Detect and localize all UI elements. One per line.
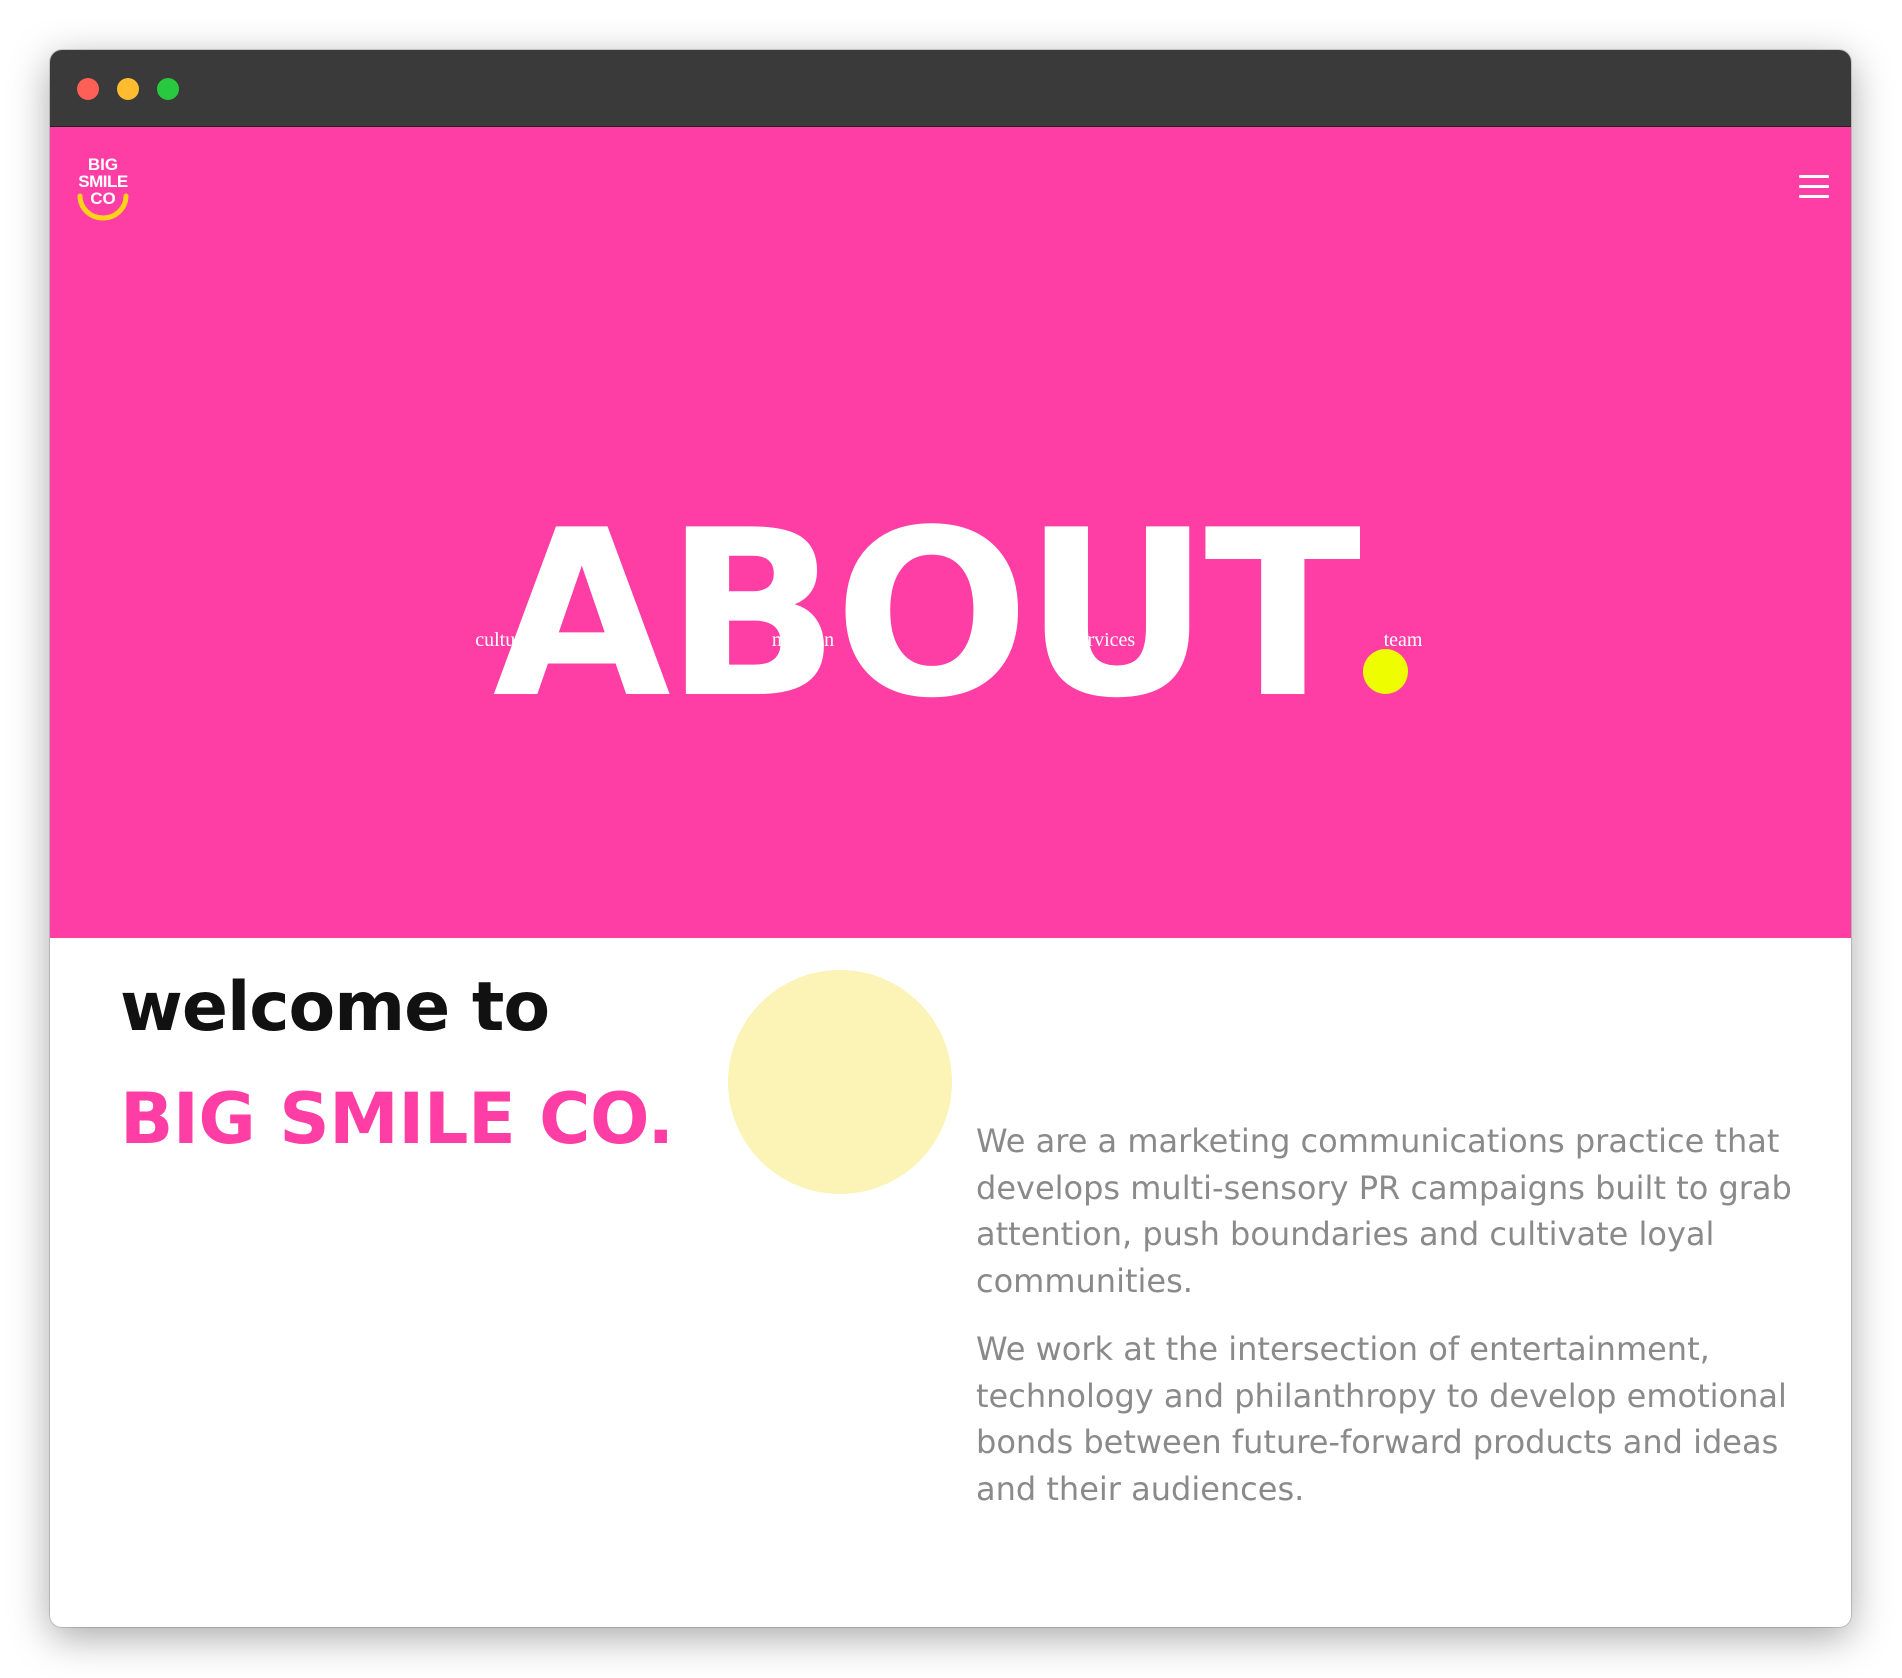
minimize-window-button[interactable] — [117, 78, 139, 100]
intro-section: welcome to BIG SMILE CO. We are a market… — [50, 938, 1851, 1627]
logo-smile-arc-icon — [77, 193, 129, 221]
window-titlebar — [50, 50, 1851, 127]
brand-heading: BIG SMILE CO. — [120, 1078, 674, 1160]
about-subnav: culture mission services team — [50, 629, 1851, 659]
subnav-culture-link[interactable]: culture — [475, 629, 531, 652]
browser-window: BIG SMILE CO ABOUT culture mission servi… — [50, 50, 1851, 1627]
close-window-button[interactable] — [77, 78, 99, 100]
hamburger-menu-icon[interactable] — [1799, 175, 1831, 201]
hero-section: BIG SMILE CO ABOUT culture mission servi… — [50, 127, 1851, 938]
welcome-heading: welcome to — [120, 968, 550, 1047]
decorative-circle — [728, 970, 952, 1194]
intro-paragraph-2: We work at the intersection of entertain… — [976, 1330, 1787, 1508]
subnav-services-link[interactable]: services — [1071, 629, 1135, 652]
subnav-team-link[interactable]: team — [1384, 629, 1423, 652]
logo-text-big: BIG — [87, 155, 119, 174]
page-title: ABOUT — [50, 501, 1851, 731]
site-logo[interactable]: BIG SMILE CO — [74, 156, 132, 224]
intro-paragraph-1: We are a marketing communications practi… — [976, 1122, 1792, 1300]
page-title-text: ABOUT — [492, 482, 1361, 750]
subnav-mission-link[interactable]: mission — [772, 629, 834, 652]
maximize-window-button[interactable] — [157, 78, 179, 100]
